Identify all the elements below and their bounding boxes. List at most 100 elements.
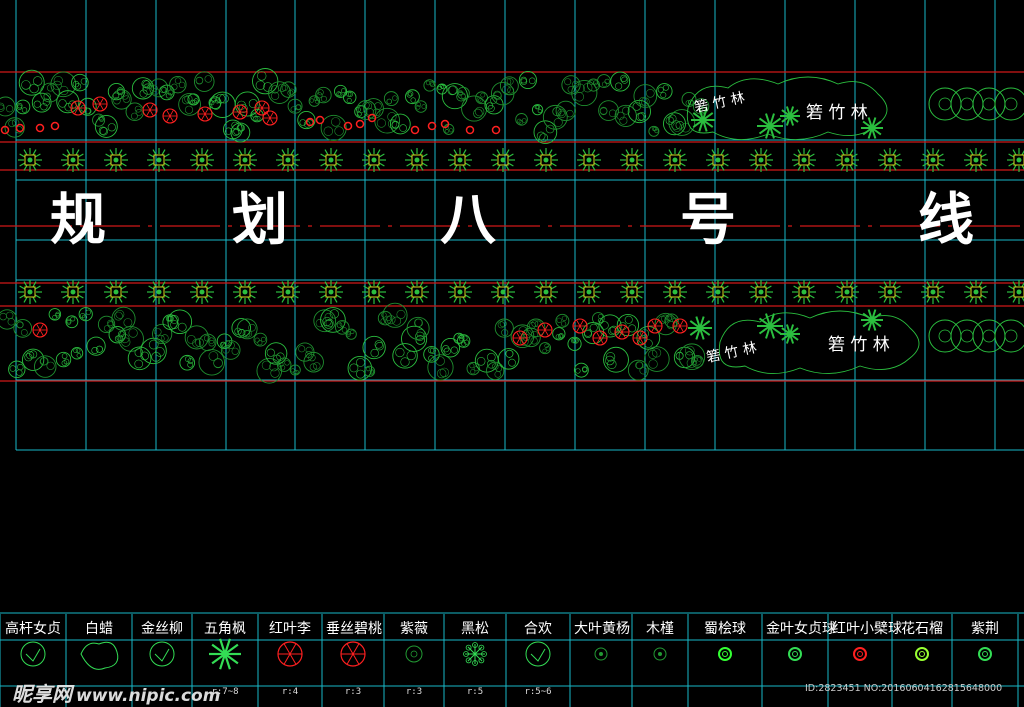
flower-mark: [596, 337, 601, 345]
street-tree-mark: [234, 294, 241, 299]
street-tree-mark: [758, 157, 764, 163]
legend-symbol-mark: [722, 651, 728, 657]
shrub-mark: [135, 109, 143, 116]
street-tree-mark: [206, 153, 213, 158]
shrub-mark: [96, 345, 104, 353]
flower-mark: [146, 103, 151, 111]
shrub-mark: [336, 322, 343, 328]
street-tree-mark: [763, 296, 768, 303]
shrub-mark: [396, 309, 406, 319]
street-tree-mark: [505, 296, 510, 303]
shrub-mark: [494, 370, 502, 378]
legend-symbol-mark: [599, 652, 603, 656]
shrub-mark: [389, 113, 411, 135]
street-tree-mark: [840, 281, 845, 288]
street-tree-mark: [292, 162, 299, 167]
legend-symbol-mark: [982, 651, 988, 657]
street-tree-mark: [593, 285, 600, 290]
shrub-mark: [601, 81, 608, 87]
shrub-mark: [407, 90, 414, 97]
street-tree-mark: [591, 149, 596, 156]
legend-item-name: 白蜡: [85, 621, 113, 637]
shrub-mark: [204, 335, 211, 342]
street-tree-mark: [720, 149, 725, 156]
street-tree-mark: [879, 162, 886, 167]
shrub-mark: [115, 309, 125, 319]
street-tree-mark: [421, 153, 428, 158]
legend-symbol-mark: [405, 645, 423, 663]
legend-symbol: [853, 647, 867, 661]
street-tree-mark: [77, 285, 84, 290]
watermark-logo: 昵享网 www.nipic.com: [12, 678, 220, 707]
street-tree-mark: [496, 296, 501, 303]
street-tree-mark: [754, 281, 759, 288]
legend-symbol: [277, 641, 303, 667]
street-tree-mark: [457, 289, 463, 295]
shrub-mark: [154, 328, 162, 336]
street-tree-mark: [879, 294, 886, 299]
tree-canopy: [1004, 97, 1018, 111]
street-tree-mark: [722, 294, 729, 299]
legend-item-name: 红叶小檗球: [832, 621, 902, 637]
street-tree-mark: [892, 281, 897, 288]
street-tree-mark: [328, 289, 334, 295]
shrub-mark: [644, 346, 670, 372]
flower-mark: [576, 325, 581, 333]
street-tree-mark: [285, 289, 291, 295]
street-tree-mark: [335, 285, 342, 290]
street-tree-mark: [462, 149, 467, 156]
street-tree-mark: [715, 289, 721, 295]
street-tree-mark: [621, 153, 628, 158]
shrub-mark: [415, 105, 421, 110]
street-tree-mark: [320, 285, 327, 290]
shrub-mark: [70, 316, 76, 322]
shrub-mark: [86, 336, 106, 356]
street-tree-mark: [464, 294, 471, 299]
flower-mark: [201, 107, 206, 115]
street-tree-mark: [247, 149, 252, 156]
shrub-mark: [448, 85, 458, 95]
street-tree-mark: [195, 149, 200, 156]
street-tree-mark: [62, 153, 69, 158]
street-tree: [233, 148, 257, 172]
street-tree: [61, 148, 85, 172]
shrub-mark: [20, 329, 28, 336]
street-tree-mark: [722, 162, 729, 167]
street-tree-mark: [808, 285, 815, 290]
legend-item-spec: r:3: [405, 687, 423, 697]
street-tree-mark: [328, 157, 334, 163]
street-tree-mark: [883, 296, 888, 303]
street-tree-mark: [578, 153, 585, 158]
shrub-mark: [374, 107, 401, 134]
street-tree-mark: [664, 153, 671, 158]
bamboo-label-lower: 箬 竹 林: [828, 335, 890, 355]
flower-mark: [544, 323, 549, 331]
street-tree-mark: [238, 281, 243, 288]
shrub-mark: [178, 93, 201, 116]
street-tree-mark: [677, 281, 682, 288]
street-tree-mark: [969, 296, 974, 303]
shrub-mark: [248, 323, 256, 332]
flower-mark: [99, 97, 104, 105]
street-tree-mark: [281, 281, 286, 288]
street-tree-mark: [806, 296, 811, 303]
street-tree-mark: [808, 162, 815, 167]
street-tree-mark: [419, 296, 424, 303]
road-title-char-4: 号: [680, 187, 736, 253]
shrub-mark: [376, 118, 387, 128]
street-tree-mark: [23, 281, 28, 288]
legend-symbol: [209, 638, 241, 670]
street-tree-mark: [677, 296, 682, 303]
street-tree-mark: [113, 157, 119, 163]
shrub-mark: [341, 88, 346, 94]
street-tree-mark: [969, 281, 974, 288]
flower-mark: [50, 121, 60, 131]
street-tree-mark: [722, 285, 729, 290]
flower-mark: [204, 113, 209, 121]
street-tree-mark: [539, 281, 544, 288]
shrub-mark: [508, 358, 516, 367]
street-tree-mark: [277, 162, 284, 167]
street-tree-mark: [750, 285, 757, 290]
flower-mark: [427, 121, 437, 131]
flower-mark: [266, 111, 271, 119]
